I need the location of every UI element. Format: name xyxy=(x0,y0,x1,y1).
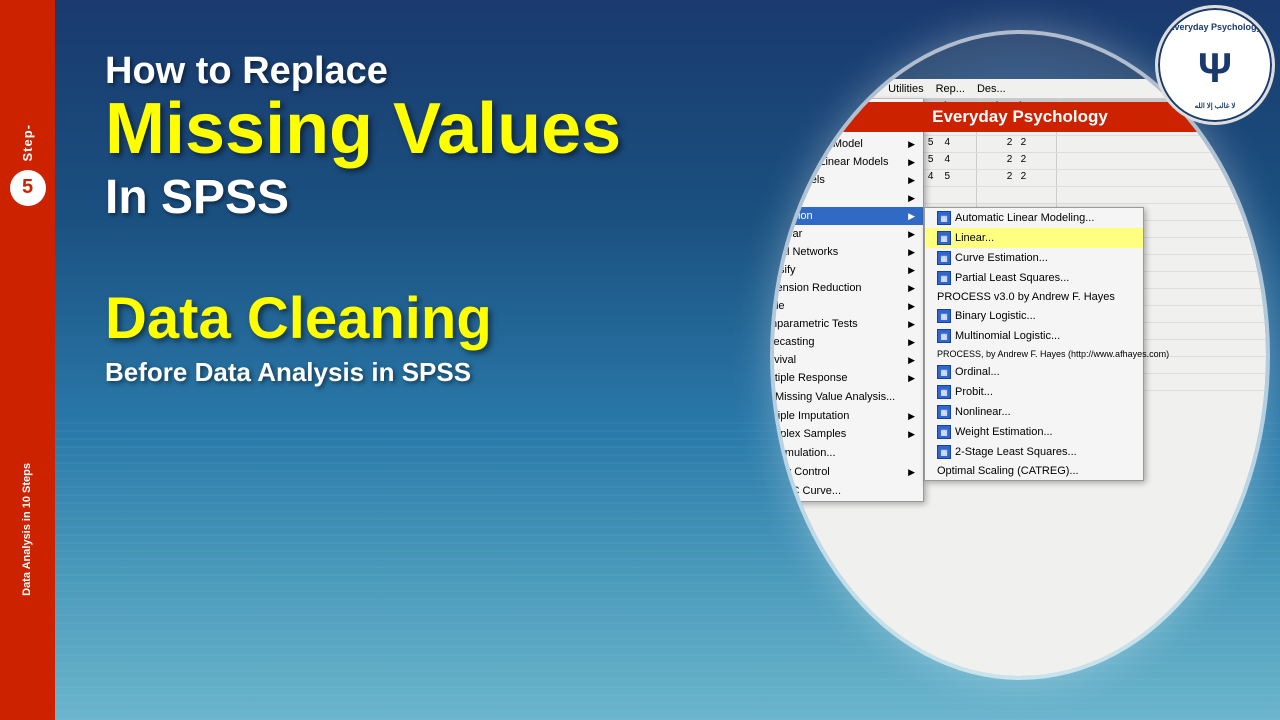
menu-reports[interactable]: Rep... xyxy=(936,83,965,95)
submenu-linear[interactable]: ▦Linear... xyxy=(925,228,1143,248)
regression-submenu: ▦Automatic Linear Modeling... ▦Linear...… xyxy=(924,207,1144,481)
menu-utilities[interactable]: Utilities xyxy=(888,83,923,95)
menu-item-multiple-imputation[interactable]: Multiple Imputation▶ xyxy=(770,407,923,425)
submenu-ordinal[interactable]: ▦Ordinal... xyxy=(925,362,1143,382)
menu-item-survival[interactable]: Survival▶ xyxy=(770,351,923,369)
submenu-auto-linear[interactable]: ▦Automatic Linear Modeling... xyxy=(925,208,1143,228)
col-header-num xyxy=(770,99,772,118)
submenu-binary-logistic[interactable]: ▦Binary Logistic... xyxy=(925,306,1143,326)
submenu-probit[interactable]: ▦Probit... xyxy=(925,382,1143,402)
subtitle-before: Before Data Analysis in SPSS xyxy=(105,357,471,388)
main-menu: Tables▶ Compare Means▶ General Linear Mo… xyxy=(770,99,924,502)
logo-bottom-text: لا غالب إلا الله xyxy=(1195,102,1236,110)
submenu-curve-estimation[interactable]: ▦Curve Estimation... xyxy=(925,248,1143,268)
menu-item-simulation[interactable]: ▦Simulation... xyxy=(770,443,923,463)
menu-item-mixed-models[interactable]: Mixed Models▶ xyxy=(770,171,923,189)
menu-item-roc-curve[interactable]: ▦ROC Curve... xyxy=(770,481,923,501)
logo-circle: Everyday Psychology Ψ لا غالب إلا الله xyxy=(1155,5,1275,125)
menu-item-neural-networks[interactable]: Neural Networks▶ xyxy=(770,243,923,261)
menu-item-general-linear[interactable]: General Linear Model▶ xyxy=(770,135,923,153)
logo-top-text: Everyday Psychology xyxy=(1160,22,1270,32)
submenu-2-stage[interactable]: ▦2-Stage Least Squares... xyxy=(925,442,1143,462)
submenu-optimal-scaling[interactable]: Optimal Scaling (CATREG)... xyxy=(925,462,1143,480)
menu-item-scale[interactable]: Scale▶ xyxy=(770,297,923,315)
submenu-partial-least-squares[interactable]: ▦Partial Least Squares... xyxy=(925,268,1143,288)
magnify-circle: Direct Marketing Graphs Utilities Rep...… xyxy=(770,30,1270,680)
menu-item-dimension-reduction[interactable]: Dimension Reduction▶ xyxy=(770,279,923,297)
menu-item-forecasting[interactable]: Forecasting▶ xyxy=(770,333,923,351)
step-bottom-text: Data Analysis in 10 Steps xyxy=(20,463,34,596)
spss-area: Direct Marketing Graphs Utilities Rep...… xyxy=(520,0,1280,720)
step-label: Step- xyxy=(20,124,36,162)
menu-item-multiple-response[interactable]: Multiple Response▶ xyxy=(770,369,923,387)
menu-item-complex-samples[interactable]: Complex Samples▶ xyxy=(770,425,923,443)
menu-item-regression[interactable]: Regression▶ xyxy=(770,207,923,225)
menu-item-quality-control[interactable]: Quality Control▶ xyxy=(770,463,923,481)
spss-screenshot: Direct Marketing Graphs Utilities Rep...… xyxy=(770,79,1270,680)
submenu-weight-estimation[interactable]: ▦Weight Estimation... xyxy=(925,422,1143,442)
menu-descriptives[interactable]: Des... xyxy=(977,83,1006,95)
menu-item-generalized-linear[interactable]: Generalized Linear Models▶ xyxy=(770,153,923,171)
submenu-process-v3[interactable]: PROCESS v3.0 by Andrew F. Hayes xyxy=(925,288,1143,306)
menu-item-classify[interactable]: Classify▶ xyxy=(770,261,923,279)
menu-item-loglinear[interactable]: Loglinear▶ xyxy=(770,225,923,243)
submenu-nonlinear[interactable]: ▦Nonlinear... xyxy=(925,402,1143,422)
menu-graphs[interactable]: Graphs xyxy=(840,83,876,95)
logo-psi-symbol: Ψ xyxy=(1198,44,1232,92)
submenu-process-hayes[interactable]: PROCESS, by Andrew F. Hayes (http://www.… xyxy=(925,346,1143,362)
menu-item-missing-value[interactable]: ▦Missing Value Analysis... xyxy=(770,387,923,407)
left-banner: Step- 5 Data Analysis in 10 Steps xyxy=(0,0,55,720)
menu-item-nonparametric[interactable]: Nonparametric Tests▶ xyxy=(770,315,923,333)
menu-direct-marketing[interactable]: Direct Marketing xyxy=(770,83,828,95)
subtitle-data-cleaning: Data Cleaning xyxy=(105,285,492,352)
submenu-multinomial-logistic[interactable]: ▦Multinomial Logistic... xyxy=(925,326,1143,346)
menu-item-correlate[interactable]: Correlate▶ xyxy=(770,189,923,207)
title-line1: How to Replace xyxy=(105,50,388,93)
title-in-spss: In SPSS xyxy=(105,170,289,225)
step-number: 5 xyxy=(10,170,46,206)
dropdown-overlay: Tables▶ Compare Means▶ General Linear Mo… xyxy=(770,99,924,502)
